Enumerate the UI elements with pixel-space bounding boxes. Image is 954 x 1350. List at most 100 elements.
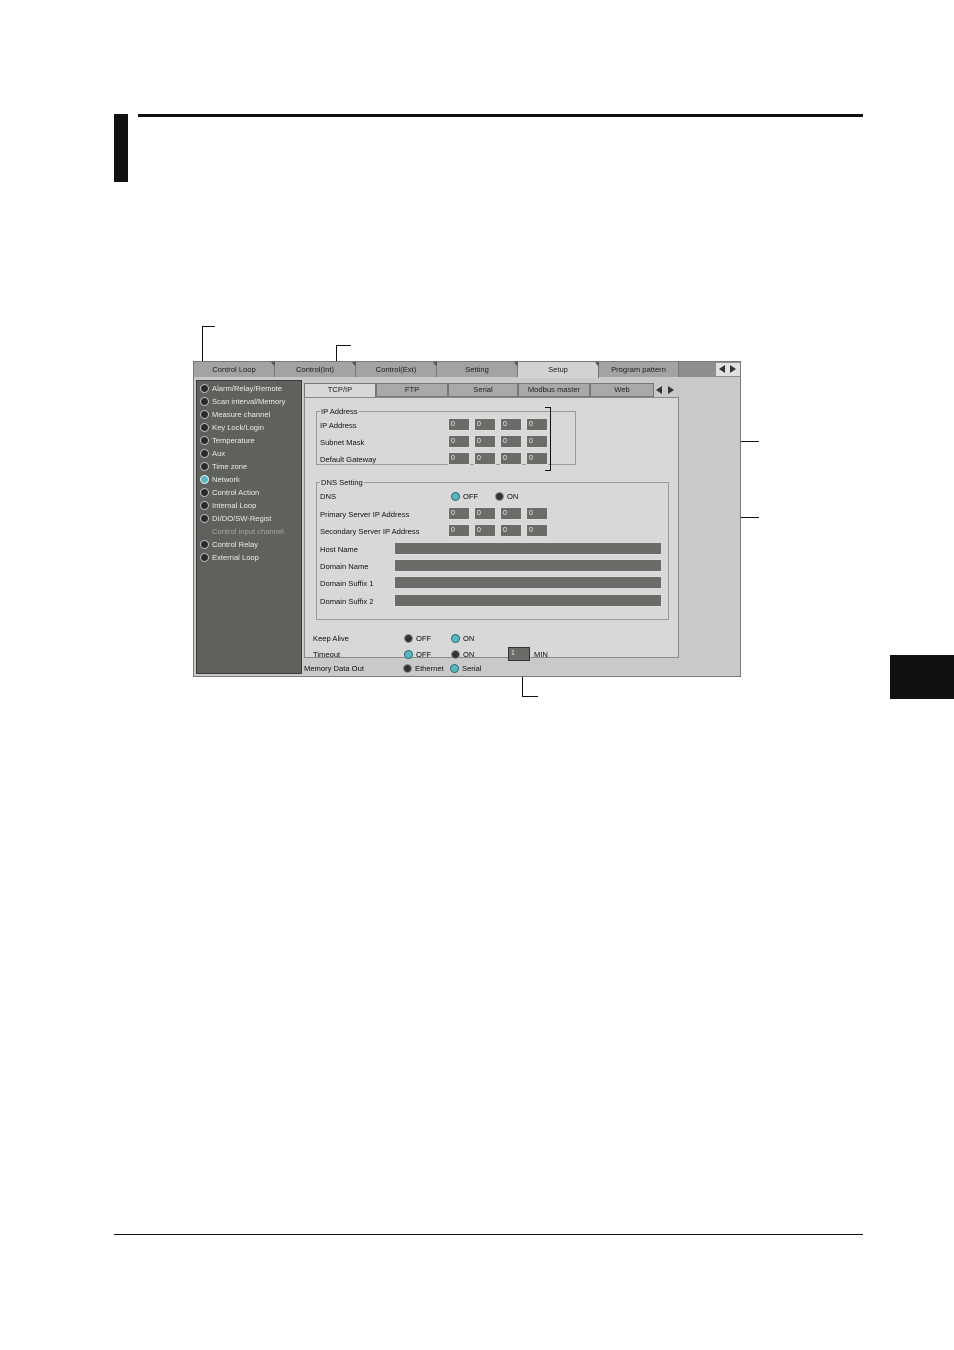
subnet-mask-label: Subnet Mask	[320, 438, 365, 447]
sidebar-item-di-do-sw-regist[interactable]: DI/DO/SW-Regist	[200, 513, 271, 525]
dns-on-radio[interactable]: ON	[495, 491, 519, 502]
scroll-right-icon[interactable]	[730, 365, 736, 373]
sidebar-item-key-lock-login[interactable]: Key Lock/Login	[200, 422, 264, 434]
subtab-label: Serial	[473, 385, 493, 394]
sidebar-item-scan-interval-memory[interactable]: Scan interval/Memory	[200, 396, 285, 408]
timeout-off-radio[interactable]: OFF	[404, 649, 431, 660]
sidebar-item-label: External Loop	[212, 553, 259, 562]
ip-group-bracket	[545, 407, 551, 471]
subtab-modbus-master[interactable]: Modbus master	[518, 383, 590, 397]
domain-suffix-1-input[interactable]	[394, 576, 662, 589]
timeout-on-radio[interactable]: ON	[451, 649, 474, 660]
host-name-input[interactable]	[394, 542, 662, 555]
status-led-icon	[200, 552, 209, 562]
radio-selected-icon	[450, 663, 459, 673]
subtab-serial[interactable]: Serial	[448, 383, 518, 397]
sidebar-item-alarm-relay-remote[interactable]: Alarm/Relay/Remote	[200, 383, 282, 395]
sidebar-item-internal-loop[interactable]: Internal Loop	[200, 500, 256, 512]
subtab-scroll	[654, 384, 678, 396]
domain-name-input[interactable]	[394, 559, 662, 572]
primary-server-octet-3[interactable]: 0	[500, 507, 522, 520]
radio-label: ON	[507, 492, 519, 501]
scroll-right-icon[interactable]	[668, 386, 674, 394]
scroll-left-icon[interactable]	[656, 386, 662, 394]
ip-address-octet-2[interactable]: 0	[474, 418, 496, 431]
secondary-server-label: Secondary Server IP Address	[320, 527, 420, 536]
main-tab-bar: Control Loop Control(Int) Control(Ext) S…	[194, 362, 740, 378]
subtab-web[interactable]: Web	[590, 383, 654, 397]
ip-address-octet-1[interactable]: 0	[448, 418, 470, 431]
domain-suffix-2-input[interactable]	[394, 594, 662, 607]
sidebar-item-temperature[interactable]: Temperature	[200, 435, 255, 447]
sidebar-item-network[interactable]: Network	[200, 474, 240, 486]
callout-line	[202, 326, 215, 327]
radio-label: OFF	[463, 492, 479, 501]
sidebar-item-external-loop[interactable]: External Loop	[200, 552, 259, 564]
subtab-label: FTP	[404, 385, 420, 394]
sidebar-item-aux[interactable]: Aux	[200, 448, 225, 460]
group-title: DNS Setting	[320, 478, 364, 487]
sidebar-item-label: DI/DO/SW-Regist	[212, 514, 272, 523]
sidebar-item-label: Measure channel	[212, 410, 271, 419]
primary-server-octet-1[interactable]: 0	[448, 507, 470, 520]
radio-label: Serial	[462, 664, 482, 673]
sidebar-item-time-zone[interactable]: Time zone	[200, 461, 247, 473]
status-led-icon	[200, 448, 209, 458]
dns-off-radio[interactable]: OFF	[451, 491, 479, 502]
keep-alive-off-radio[interactable]: OFF	[404, 633, 431, 644]
primary-server-octet-4[interactable]: 0	[526, 507, 548, 520]
chapter-marker-bar	[114, 114, 128, 182]
sidebar-item-control-action[interactable]: Control Action	[200, 487, 259, 499]
network-content: TCP/IP FTP Serial Modbus master Web IP A…	[304, 380, 738, 676]
subtab-tcpip[interactable]: TCP/IP	[304, 383, 376, 398]
setup-window: Control Loop Control(Int) Control(Ext) S…	[193, 361, 741, 677]
subtab-ftp[interactable]: FTP	[376, 383, 448, 397]
sidebar-item-label: Control input channel	[212, 527, 284, 536]
tab-label: Setting	[465, 365, 489, 374]
default-gateway-octet-1[interactable]: 0	[448, 452, 470, 465]
tab-setting[interactable]: Setting	[437, 362, 520, 377]
sidebar-item-label: Scan interval/Memory	[212, 397, 286, 406]
sidebar-item-measure-channel[interactable]: Measure channel	[200, 409, 270, 421]
sidebar-item-label: Time zone	[212, 462, 248, 471]
tab-control-ext[interactable]: Control(Ext)	[356, 362, 439, 377]
secondary-server-octet-1[interactable]: 0	[448, 524, 470, 537]
sidebar-item-label: Temperature	[212, 436, 255, 445]
secondary-server-octet-2[interactable]: 0	[474, 524, 496, 537]
subnet-mask-octet-3[interactable]: 0	[500, 435, 522, 448]
tab-control-loop[interactable]: Control Loop	[194, 362, 277, 377]
primary-server-octet-2[interactable]: 0	[474, 507, 496, 520]
group-title: IP Address	[320, 407, 359, 416]
sidebar-item-label: Key Lock/Login	[212, 423, 264, 432]
tab-label: Control(Int)	[296, 365, 334, 374]
ip-address-octet-3[interactable]: 0	[500, 418, 522, 431]
memory-ethernet-radio[interactable]: Ethernet	[403, 663, 444, 674]
sidebar-item-label: Control Action	[212, 488, 260, 497]
domain-suffix-1-label: Domain Suffix 1	[320, 579, 374, 588]
sidebar-item-label: Internal Loop	[212, 501, 257, 510]
host-name-label: Host Name	[320, 545, 358, 554]
secondary-server-octet-3[interactable]: 0	[500, 524, 522, 537]
scroll-left-icon[interactable]	[719, 365, 725, 373]
sidebar-item-label: Alarm/Relay/Remote	[212, 384, 283, 393]
sidebar-item-control-input-channel: Control input channel	[200, 526, 284, 538]
radio-selected-icon	[451, 633, 460, 643]
subnet-mask-octet-1[interactable]: 0	[448, 435, 470, 448]
tab-control-int[interactable]: Control(Int)	[275, 362, 358, 377]
default-gateway-octet-2[interactable]: 0	[474, 452, 496, 465]
sidebar-item-control-relay[interactable]: Control Relay	[200, 539, 258, 551]
status-led-icon	[200, 474, 209, 484]
tab-program-pattern[interactable]: Program pattern	[599, 362, 679, 377]
header-rule	[138, 114, 863, 117]
secondary-server-octet-4[interactable]: 0	[526, 524, 548, 537]
status-led-icon	[200, 513, 209, 523]
memory-serial-radio[interactable]: Serial	[450, 663, 482, 674]
timeout-minutes-input[interactable]: 1	[508, 647, 530, 661]
default-gateway-octet-3[interactable]: 0	[500, 452, 522, 465]
status-led-icon	[200, 435, 209, 445]
tab-setup[interactable]: Setup	[518, 362, 601, 378]
memory-data-out-label: Memory Data Out	[304, 664, 364, 673]
radio-label: ON	[463, 634, 475, 643]
subnet-mask-octet-2[interactable]: 0	[474, 435, 496, 448]
keep-alive-on-radio[interactable]: ON	[451, 633, 475, 644]
